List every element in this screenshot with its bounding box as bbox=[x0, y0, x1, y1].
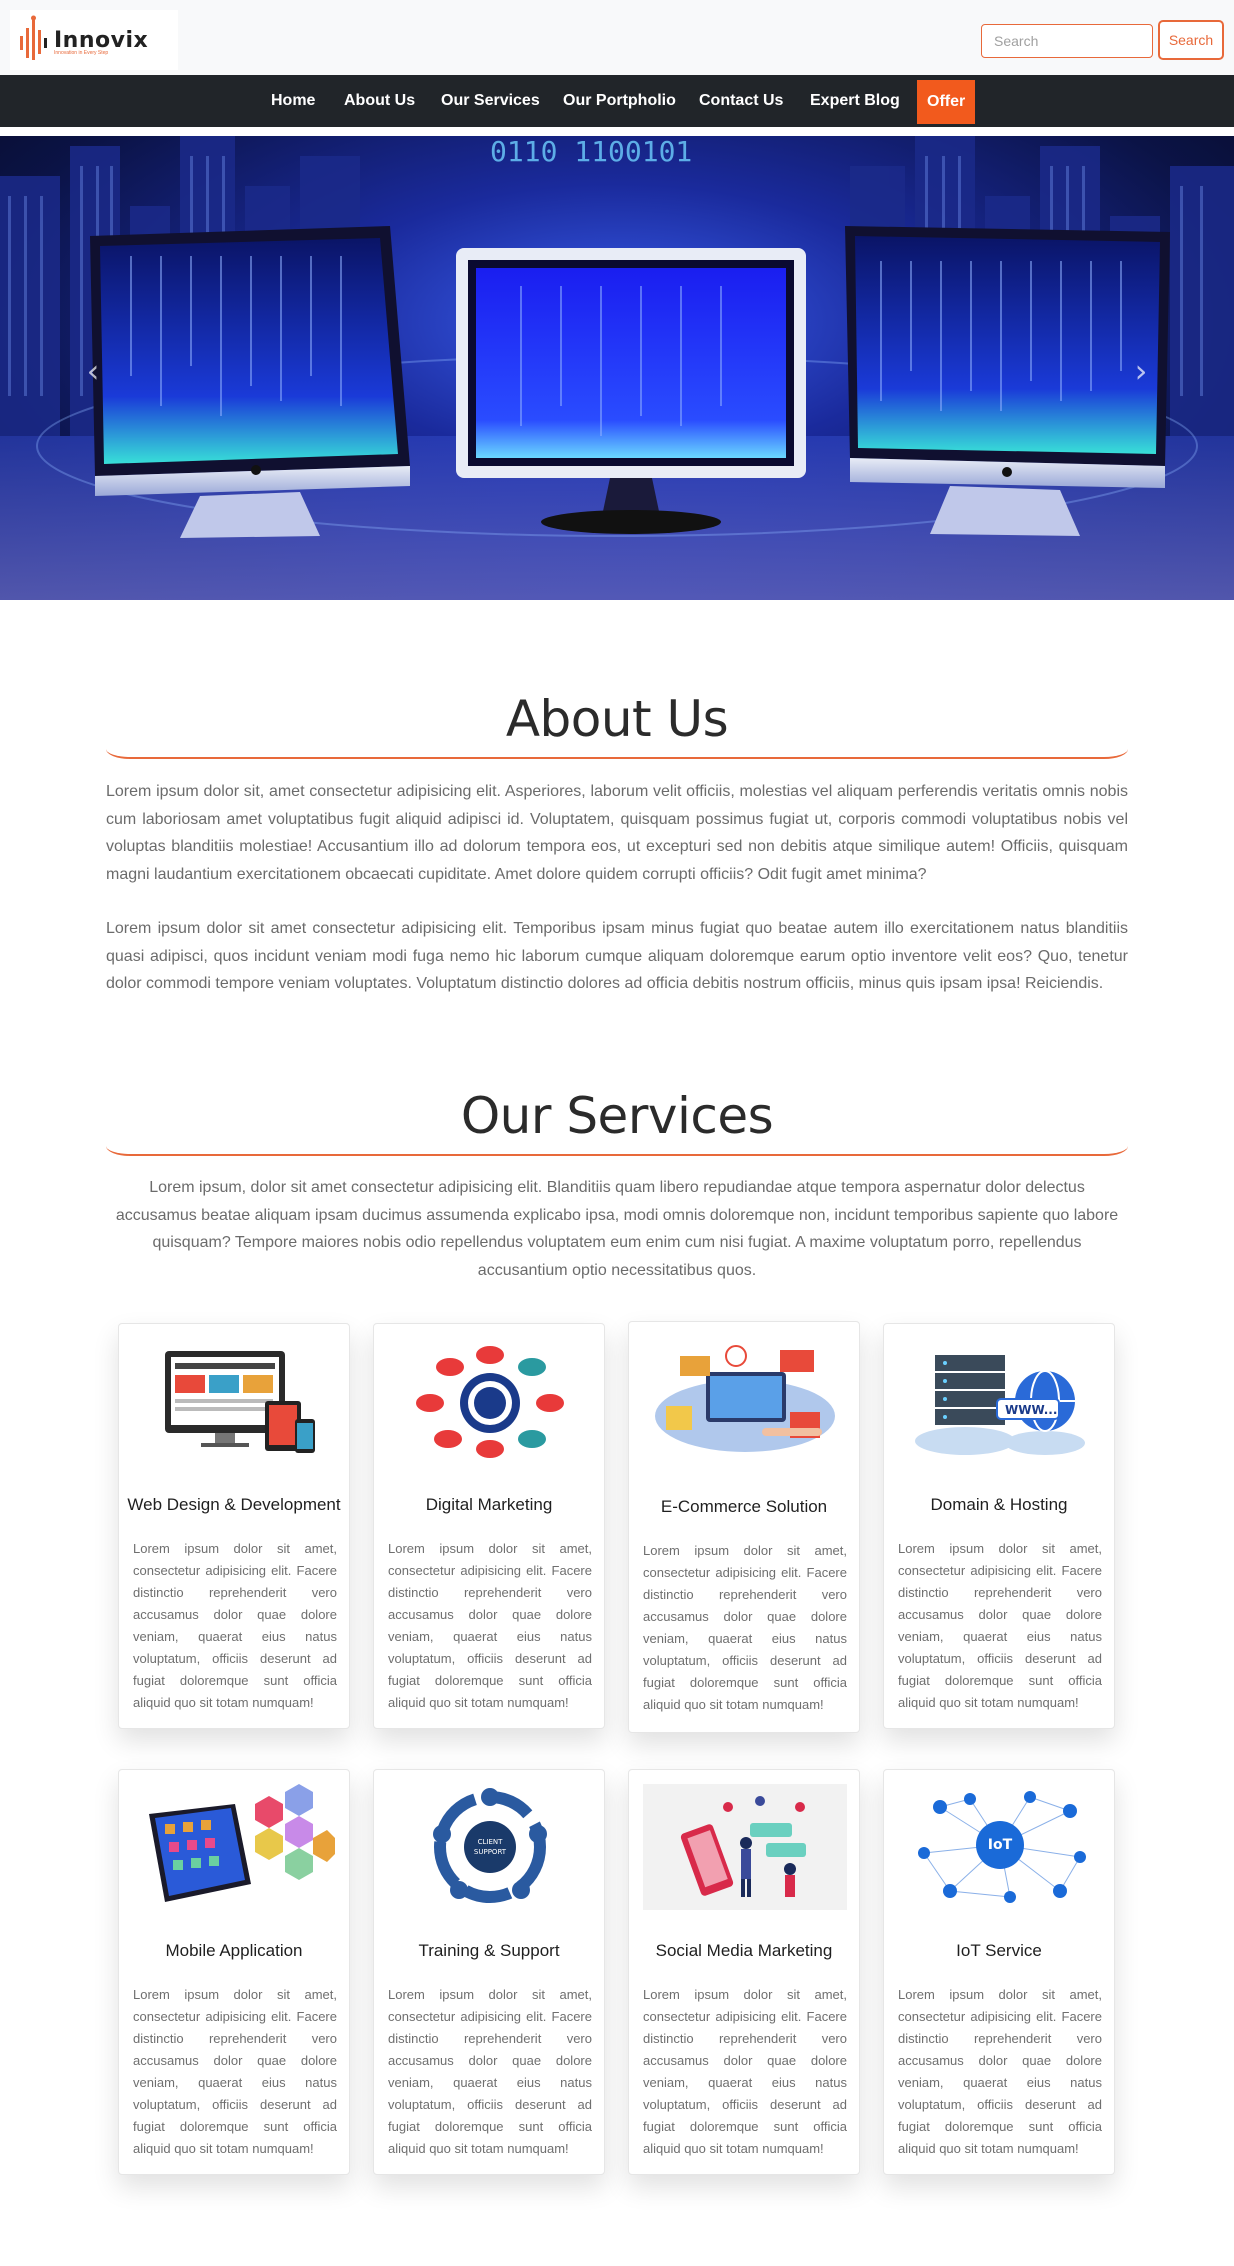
service-card-text: Lorem ipsum dolor sit amet, consectetur … bbox=[898, 1987, 1102, 2156]
social-media-icon bbox=[643, 1784, 847, 1910]
devices-icon bbox=[133, 1338, 337, 1464]
service-card-title: IoT Service bbox=[956, 1941, 1042, 1960]
iot-icon: IoT bbox=[898, 1784, 1102, 1910]
brand-name: Innovix bbox=[54, 27, 149, 53]
hero-binary-text: 0110 1100101 bbox=[490, 136, 692, 168]
nav-item-contact-us[interactable]: Contact Us bbox=[699, 81, 783, 121]
main-navbar: Home About Us Our Services Our Portpholi… bbox=[0, 75, 1234, 127]
service-card-ecommerce[interactable]: E-Commerce Solution Lorem ipsum dolor si… bbox=[628, 1321, 860, 1733]
nav-divider bbox=[0, 127, 1234, 136]
nav-item-our-portpholio[interactable]: Our Portpholio bbox=[563, 81, 676, 121]
service-card-title: Training & Support bbox=[418, 1941, 560, 1960]
service-card-text: Lorem ipsum dolor sit amet, consectetur … bbox=[643, 1987, 847, 2156]
search-button[interactable]: Search bbox=[1158, 20, 1224, 60]
services-title: Our Services bbox=[460, 1087, 774, 1145]
svg-text:WWW...: WWW... bbox=[1005, 1403, 1057, 1417]
service-card-web-design[interactable]: Web Design & Development Lorem ipsum dol… bbox=[118, 1323, 350, 1729]
search-input[interactable] bbox=[981, 24, 1153, 58]
carousel-prev-icon[interactable]: ‹ bbox=[78, 351, 108, 391]
nav-item-home[interactable]: Home bbox=[271, 81, 315, 121]
nav-item-about-us[interactable]: About Us bbox=[344, 81, 415, 121]
service-card-text: Lorem ipsum dolor sit amet, consectetur … bbox=[133, 1987, 337, 2156]
hero-image: 0110 1100101 bbox=[0, 136, 1234, 600]
services-intro: Lorem ipsum, dolor sit amet consectetur … bbox=[115, 1179, 1119, 1279]
brand-logo[interactable]: Innovix Innovation in Every Step bbox=[10, 10, 178, 70]
about-paragraph-2: Lorem ipsum dolor sit amet consectetur a… bbox=[106, 920, 1128, 992]
hero-carousel[interactable]: 0110 1100101 ‹ › bbox=[0, 136, 1234, 600]
about-title: About Us bbox=[505, 690, 729, 748]
service-card-text: Lorem ipsum dolor sit amet, consectetur … bbox=[133, 1541, 337, 1710]
top-bar: Innovix Innovation in Every Step Search bbox=[0, 0, 1234, 75]
logo-mark-icon bbox=[20, 15, 47, 60]
about-title-underline bbox=[106, 749, 1128, 759]
about-paragraph-1: Lorem ipsum dolor sit, amet consectetur … bbox=[106, 783, 1128, 883]
service-card-digital-marketing[interactable]: Digital Marketing Lorem ipsum dolor sit … bbox=[373, 1323, 605, 1729]
carousel-next-icon[interactable]: › bbox=[1126, 351, 1156, 391]
brand-tagline: Innovation in Every Step bbox=[54, 50, 109, 56]
service-card-text: Lorem ipsum dolor sit amet, consectetur … bbox=[388, 1541, 592, 1710]
nav-list: Home About Us Our Services Our Portpholi… bbox=[0, 75, 1234, 127]
nav-item-expert-blog[interactable]: Expert Blog bbox=[810, 81, 900, 121]
svg-text:SUPPORT: SUPPORT bbox=[474, 1848, 507, 1856]
service-card-iot[interactable]: IoT IoT Service Lorem ipsum dolor sit am… bbox=[883, 1769, 1115, 2175]
service-card-title: Domain & Hosting bbox=[930, 1495, 1068, 1514]
svg-text:CLIENT: CLIENT bbox=[478, 1838, 504, 1846]
smartphone-icon bbox=[133, 1784, 337, 1910]
service-card-training-support[interactable]: CLIENT SUPPORT Training & Support Lorem … bbox=[373, 1769, 605, 2175]
service-card-title: E-Commerce Solution bbox=[660, 1497, 828, 1516]
service-card-title: Mobile Application bbox=[165, 1941, 303, 1960]
svg-text:IoT: IoT bbox=[988, 1837, 1013, 1853]
service-card-text: Lorem ipsum dolor sit amet, consectetur … bbox=[643, 1543, 847, 1712]
services-title-underline bbox=[106, 1146, 1128, 1156]
service-card-title: Web Design & Development bbox=[127, 1495, 341, 1514]
service-card-domain-hosting[interactable]: WWW... Domain & Hosting Lorem ipsum dolo… bbox=[883, 1323, 1115, 1729]
service-card-title: Digital Marketing bbox=[425, 1495, 553, 1514]
service-card-social-media[interactable]: Social Media Marketing Lorem ipsum dolor… bbox=[628, 1769, 860, 2175]
server-globe-icon: WWW... bbox=[898, 1338, 1102, 1464]
nav-item-our-services[interactable]: Our Services bbox=[441, 81, 540, 121]
service-card-text: Lorem ipsum dolor sit amet, consectetur … bbox=[898, 1541, 1102, 1710]
service-card-text: Lorem ipsum dolor sit amet, consectetur … bbox=[388, 1987, 592, 2156]
service-card-title: Social Media Marketing bbox=[655, 1941, 833, 1960]
shopping-icon bbox=[643, 1336, 847, 1462]
marketing-icon bbox=[388, 1338, 592, 1464]
support-icon: CLIENT SUPPORT bbox=[388, 1784, 592, 1910]
service-card-mobile-app[interactable]: Mobile Application Lorem ipsum dolor sit… bbox=[118, 1769, 350, 2175]
nav-item-offer[interactable]: Offer bbox=[917, 80, 976, 124]
